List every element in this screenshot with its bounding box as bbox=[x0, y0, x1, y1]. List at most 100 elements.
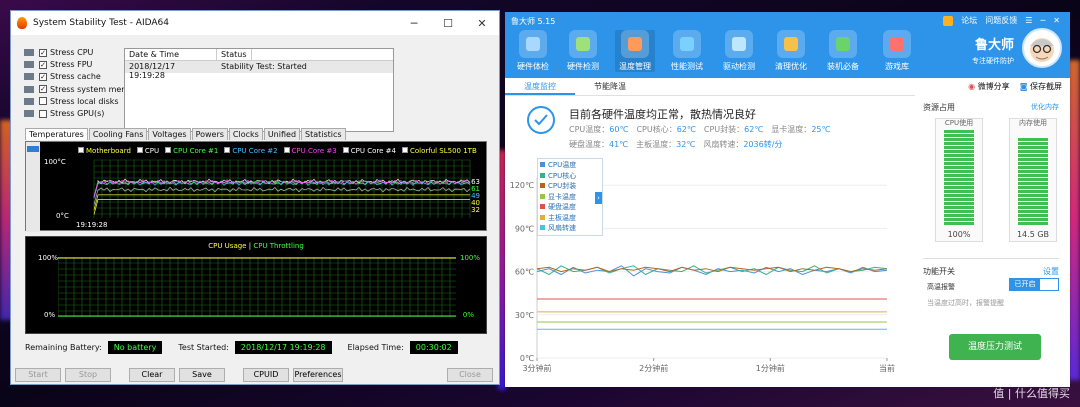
legend-item[interactable]: CPU Core #2 bbox=[224, 147, 278, 155]
checkbox[interactable] bbox=[39, 97, 47, 106]
chart-legend-item[interactable]: CPU温度 bbox=[540, 160, 600, 171]
stress-option[interactable]: Stress local disks bbox=[24, 97, 119, 106]
tab-temp-monitor[interactable]: 温度监控 bbox=[505, 78, 575, 95]
nav-item[interactable]: 温度管理 bbox=[615, 30, 655, 72]
ludashi-avatar[interactable] bbox=[1022, 28, 1062, 68]
stop-button[interactable]: Stop bbox=[65, 368, 111, 382]
func-title: 功能开关 bbox=[923, 267, 955, 276]
brand-slogan: 专注硬件防护 bbox=[972, 57, 1014, 65]
tab-voltages[interactable]: Voltages bbox=[148, 128, 191, 140]
nav-item[interactable]: 装机必备 bbox=[823, 30, 863, 72]
weibo-share-link[interactable]: ◉ 微博分享 bbox=[968, 81, 1010, 92]
temp-x-start: 19:19:28 bbox=[76, 221, 108, 229]
close-button[interactable]: Close bbox=[447, 368, 493, 382]
tab-powers[interactable]: Powers bbox=[191, 128, 228, 140]
feedback-link[interactable]: 问题反馈 bbox=[985, 15, 1017, 26]
nav-icon-glyph bbox=[890, 37, 904, 51]
legend-checkbox[interactable] bbox=[136, 147, 143, 153]
legend-item[interactable]: Colorful SL500 1TB bbox=[401, 147, 477, 155]
cpu-usage-graph: CPU Usage | CPU Throttling 100% 0% 100% … bbox=[25, 236, 487, 334]
cpuid-button[interactable]: CPUID bbox=[243, 368, 289, 382]
stats-line-1: CPU温度：60℃ CPU核心：62℃ CPU封装：62℃ 显卡温度：25℃ bbox=[569, 124, 838, 135]
legend-swatch bbox=[540, 172, 545, 178]
save-screenshot-link[interactable]: ◙ 保存截屏 bbox=[1020, 81, 1062, 92]
legend-item[interactable]: CPU bbox=[136, 147, 159, 155]
legend-item[interactable]: CPU Core #4 bbox=[342, 147, 396, 155]
legend-checkbox[interactable] bbox=[342, 147, 349, 153]
x-tick-label: 2分钟前 bbox=[639, 363, 668, 373]
brand-name: 鲁大师 bbox=[974, 38, 1014, 53]
stress-option[interactable]: Stress GPU(s) bbox=[24, 109, 104, 118]
legend-collapse-icon[interactable]: › bbox=[595, 192, 602, 204]
save-button[interactable]: Save bbox=[179, 368, 225, 382]
tab-energy-saving[interactable]: 节能降温 bbox=[575, 78, 645, 95]
legend-checkbox[interactable] bbox=[401, 147, 408, 153]
legend-label: CPU Core #3 bbox=[291, 147, 337, 155]
alarm-toggle[interactable]: 已开启 bbox=[1009, 278, 1059, 291]
nav-item[interactable]: 驱动检测 bbox=[719, 30, 759, 72]
gift-icon[interactable] bbox=[943, 15, 954, 26]
legend-swatch bbox=[540, 162, 545, 167]
preferences-button[interactable]: Preferences bbox=[293, 368, 343, 382]
tab-cooling-fans[interactable]: Cooling Fans bbox=[88, 128, 148, 140]
stress-option[interactable]: ✓ Stress cache bbox=[24, 72, 101, 81]
settings-link[interactable]: 设置 bbox=[1043, 266, 1059, 277]
temperature-chart: 0℃ 30℃ 60℃ 90℃ 120℃ 3分钟前 2分钟前 1分钟前 当前 CPU温度 CPU核心… bbox=[505, 158, 905, 382]
close-window-button[interactable]: ✕ bbox=[465, 17, 499, 30]
checkbox[interactable]: ✓ bbox=[39, 48, 47, 57]
close-icon[interactable]: ✕ bbox=[1053, 16, 1060, 25]
tab-clocks[interactable]: Clocks bbox=[228, 128, 263, 140]
avatar-face-icon bbox=[1030, 38, 1054, 62]
checkbox[interactable]: ✓ bbox=[39, 72, 47, 81]
minimize-icon[interactable]: ─ bbox=[1040, 16, 1045, 25]
option-label: Stress FPU bbox=[50, 60, 93, 70]
chart-legend-item[interactable]: CPU核心 bbox=[540, 171, 600, 182]
temp-stress-test-button[interactable]: 温度压力测试 bbox=[949, 334, 1041, 360]
legend-checkbox[interactable] bbox=[283, 147, 290, 153]
chart-legend-item[interactable]: 显卡温度 bbox=[540, 192, 600, 203]
graph-scroll-handle[interactable] bbox=[27, 146, 39, 152]
legend-item[interactable]: Motherboard bbox=[78, 147, 131, 155]
cpu-usage-fill bbox=[944, 129, 974, 225]
resource-panel: 资源占用 优化内存 CPU使用 100% 内存使用 14.5 GB 功能开关 设… bbox=[917, 96, 1065, 381]
graph-scroll-thumb[interactable] bbox=[26, 142, 40, 232]
tab-unified[interactable]: Unified bbox=[263, 128, 301, 140]
menu-icon[interactable]: ☰ bbox=[1025, 16, 1032, 25]
nav-icon-glyph bbox=[576, 37, 590, 51]
checkbox[interactable]: ✓ bbox=[39, 85, 47, 94]
device-icon bbox=[24, 61, 34, 69]
tab-temperatures[interactable]: Temperatures bbox=[25, 128, 88, 140]
legend-label: CPU温度 bbox=[548, 161, 577, 169]
legend-checkbox[interactable] bbox=[78, 147, 84, 153]
col-date-header: Date & Time bbox=[125, 49, 217, 60]
maximize-button[interactable]: ☐ bbox=[431, 17, 465, 30]
legend-checkbox[interactable] bbox=[165, 147, 172, 153]
stress-option[interactable]: ✓ Stress FPU bbox=[24, 60, 92, 69]
nav-item[interactable]: 硬件体检 bbox=[513, 30, 553, 72]
chart-legend-item[interactable]: 主板温度 bbox=[540, 213, 600, 224]
table-row[interactable]: 2018/12/17 19:19:28 Stability Test: Star… bbox=[125, 61, 393, 80]
stress-option[interactable]: ✓ Stress CPU bbox=[24, 48, 93, 57]
usage-title: CPU Usage | CPU Throttling bbox=[26, 242, 486, 250]
nav-item[interactable]: 性能测试 bbox=[667, 30, 707, 72]
chart-legend-item[interactable]: CPU封装 bbox=[540, 181, 600, 192]
tab-statistics[interactable]: Statistics bbox=[301, 128, 346, 140]
minimize-button[interactable]: ─ bbox=[397, 17, 431, 30]
clear-button[interactable]: Clear bbox=[129, 368, 175, 382]
forum-link[interactable]: 论坛 bbox=[961, 15, 977, 26]
legend-label: CPU核心 bbox=[548, 171, 577, 180]
start-button[interactable]: Start bbox=[15, 368, 61, 382]
nav-item[interactable]: 清理优化 bbox=[771, 30, 811, 72]
weibo-icon: ◉ bbox=[968, 82, 976, 91]
nav-icon-glyph bbox=[526, 37, 540, 51]
legend-item[interactable]: CPU Core #3 bbox=[283, 147, 337, 155]
chart-legend-item[interactable]: 硬盘温度 bbox=[540, 202, 600, 213]
checkbox[interactable]: ✓ bbox=[39, 60, 47, 69]
legend-checkbox[interactable] bbox=[224, 147, 231, 153]
legend-item[interactable]: CPU Core #1 bbox=[165, 147, 218, 155]
checkbox[interactable] bbox=[39, 109, 47, 118]
chart-legend-item[interactable]: 风扇转速 bbox=[540, 223, 600, 234]
optimize-memory-link[interactable]: 优化内存 bbox=[1031, 102, 1059, 112]
nav-item[interactable]: 硬件检测 bbox=[563, 30, 603, 72]
nav-item[interactable]: 游戏库 bbox=[877, 30, 917, 72]
